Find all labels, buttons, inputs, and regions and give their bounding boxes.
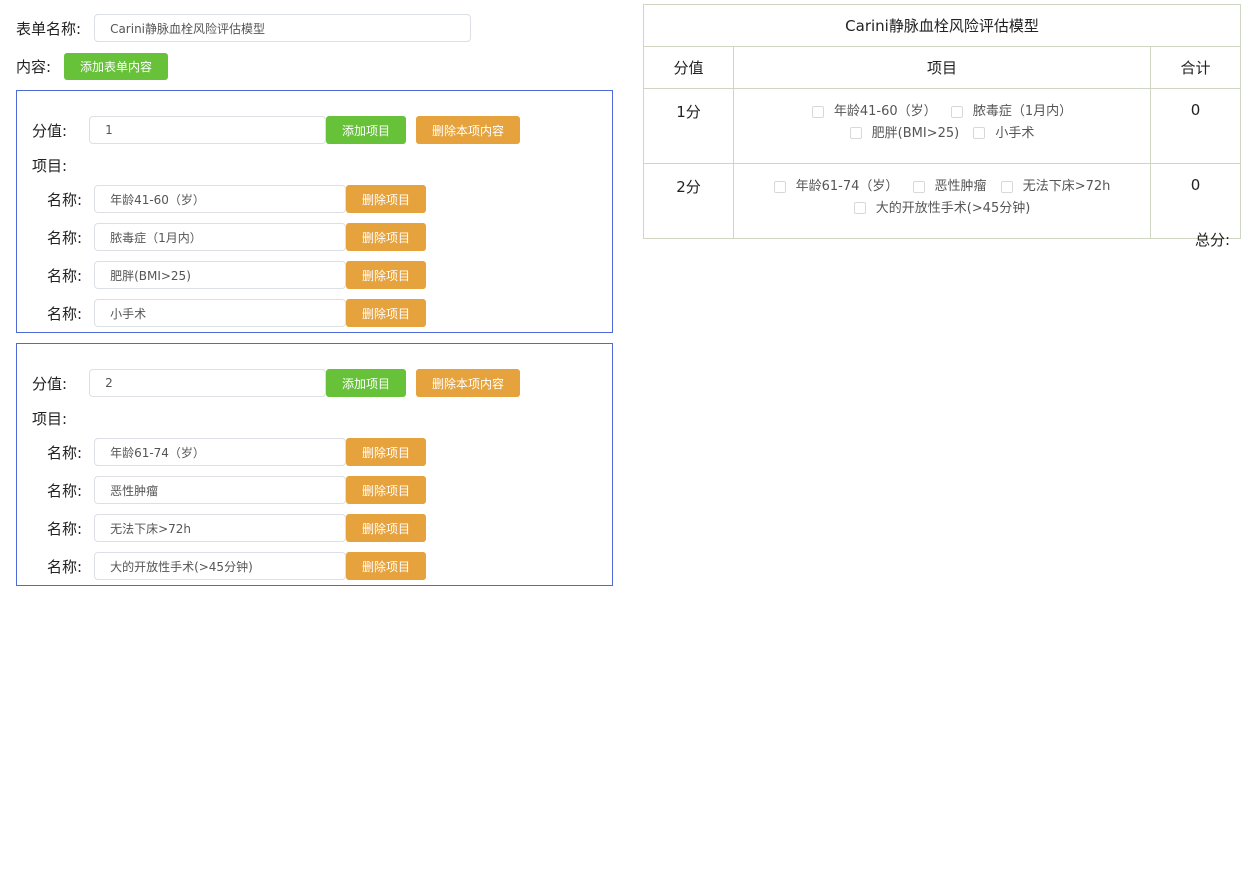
item-name-label: 名称: [47, 443, 83, 462]
item-row: 名称: 大的开放性手术(>45分钟) 删除项目 [47, 552, 427, 580]
add-content-button[interactable]: 添加表单内容 [64, 53, 169, 80]
option-checkbox[interactable]: 大的开放性手术(>45分钟) [853, 199, 1031, 218]
item-name-label: 名称: [47, 304, 83, 323]
option-checkbox[interactable]: 年龄41-60（岁） [811, 102, 937, 121]
checkbox-icon[interactable] [773, 180, 786, 193]
score-label: 分值: [32, 121, 68, 140]
item-name-input[interactable]: 年龄61-74（岁） [94, 438, 347, 466]
item-name-label: 名称: [47, 228, 83, 247]
option-label: 恶性肿瘤 [934, 179, 987, 194]
total-score-label: 总分: [1194, 231, 1230, 249]
item-row: 名称: 无法下床>72h 删除项目 [47, 514, 427, 542]
item-name-label: 名称: [47, 557, 83, 576]
delete-item-button[interactable]: 删除项目 [346, 514, 427, 542]
add-item-button[interactable]: 添加项目 [326, 369, 407, 397]
item-name-input[interactable]: 脓毒症（1月内） [94, 223, 347, 251]
row-score: 1分 [643, 88, 734, 164]
item-name-input[interactable]: 恶性肿瘤 [94, 476, 347, 504]
item-name-input[interactable]: 肥胖(BMI>25) [94, 261, 347, 289]
content-block: 分值: 2 添加项目 删除本项内容 项目: 名称: 年龄61-74（岁） 删除项… [16, 343, 613, 586]
content-label: 内容: [16, 58, 52, 76]
score-row: 分值: 2 添加项目 删除本项内容 [32, 369, 521, 397]
form-name-label: 表单名称: [16, 19, 82, 38]
option-label: 大的开放性手术(>45分钟) [875, 200, 1031, 216]
option-label: 小手术 [995, 125, 1035, 141]
preview-title: Carini静脉血栓风险评估模型 [642, 4, 1242, 47]
item-name-label: 名称: [47, 266, 83, 285]
checkbox-icon[interactable] [912, 180, 925, 193]
delete-item-button[interactable]: 删除项目 [346, 476, 427, 504]
checkbox-icon[interactable] [950, 105, 963, 118]
item-row: 名称: 年龄61-74（岁） 删除项目 [47, 438, 427, 466]
row-options: 年龄61-74（岁） 恶性肿瘤 无法下床>72h 大的开放性手术(>45分钟) [733, 163, 1151, 239]
item-row: 名称: 年龄41-60（岁） 删除项目 [47, 185, 427, 213]
delete-item-button[interactable]: 删除项目 [346, 223, 427, 251]
item-row: 名称: 肥胖(BMI>25) 删除项目 [47, 261, 427, 289]
delete-item-button[interactable]: 删除项目 [346, 552, 427, 580]
option-label: 年龄61-74（岁） [795, 179, 899, 194]
option-checkbox[interactable]: 肥胖(BMI>25) [849, 124, 960, 143]
delete-item-button[interactable]: 删除项目 [346, 299, 427, 327]
checkbox-icon[interactable] [973, 127, 986, 139]
checkbox-icon[interactable] [849, 127, 862, 139]
form-name-row: 表单名称: Carini静脉血栓风险评估模型 [16, 14, 472, 42]
option-checkbox[interactable]: 脓毒症（1月内） [950, 102, 1073, 121]
checkbox-icon[interactable] [1000, 180, 1013, 193]
delete-item-button[interactable]: 删除项目 [346, 438, 427, 466]
items-label: 项目: [32, 157, 68, 175]
items-label: 项目: [32, 410, 68, 428]
preview-row: 2分 年龄61-74（岁） 恶性肿瘤 无法下床>72h 大的开放性手术(>45分… [643, 163, 1242, 239]
option-checkbox[interactable]: 无法下床>72h [1000, 177, 1111, 196]
item-name-input[interactable]: 大的开放性手术(>45分钟) [94, 552, 347, 580]
option-checkbox[interactable]: 小手术 [973, 124, 1034, 143]
delete-block-button[interactable]: 删除本项内容 [416, 116, 521, 144]
content-row: 内容: 添加表单内容 [16, 53, 169, 80]
score-input[interactable]: 2 [89, 369, 327, 397]
add-item-button[interactable]: 添加项目 [326, 116, 407, 144]
row-total: 0 [1149, 163, 1242, 239]
delete-block-button[interactable]: 删除本项内容 [416, 369, 521, 397]
preview-row: 1分 年龄41-60（岁） 脓毒症（1月内） 肥胖(BMI>25) 小手术 0 [643, 88, 1242, 164]
preview-table: Carini静脉血栓风险评估模型 分值 项目 合计 1分 年龄41-60（岁） … [642, 4, 1242, 239]
option-label: 脓毒症（1月内） [972, 104, 1073, 119]
form-name-input[interactable]: Carini静脉血栓风险评估模型 [94, 14, 472, 42]
item-row: 名称: 脓毒症（1月内） 删除项目 [47, 223, 427, 251]
header-total: 合计 [1149, 46, 1242, 89]
header-score: 分值 [643, 46, 734, 89]
option-checkbox[interactable]: 恶性肿瘤 [912, 177, 987, 196]
item-name-label: 名称: [47, 190, 83, 209]
delete-item-button[interactable]: 删除项目 [346, 185, 427, 213]
item-row: 名称: 恶性肿瘤 删除项目 [47, 476, 427, 504]
item-name-label: 名称: [47, 519, 83, 538]
row-score: 2分 [643, 163, 734, 239]
score-input[interactable]: 1 [89, 116, 327, 144]
delete-item-button[interactable]: 删除项目 [346, 261, 427, 289]
checkbox-icon[interactable] [811, 105, 824, 118]
option-checkbox[interactable]: 年龄61-74（岁） [773, 177, 899, 196]
item-row: 名称: 小手术 删除项目 [47, 299, 427, 327]
score-row: 分值: 1 添加项目 删除本项内容 [32, 116, 521, 144]
option-label: 无法下床>72h [1022, 179, 1111, 194]
option-label: 年龄41-60（岁） [833, 104, 937, 119]
score-label: 分值: [32, 374, 68, 393]
item-name-label: 名称: [47, 481, 83, 500]
item-name-input[interactable]: 小手术 [94, 299, 347, 327]
header-items: 项目 [733, 46, 1151, 89]
content-block: 分值: 1 添加项目 删除本项内容 项目: 名称: 年龄41-60（岁） 删除项… [16, 90, 613, 333]
option-label: 肥胖(BMI>25) [871, 125, 960, 141]
row-total: 0 [1149, 88, 1242, 164]
item-name-input[interactable]: 年龄41-60（岁） [94, 185, 347, 213]
checkbox-icon[interactable] [853, 202, 866, 214]
row-options: 年龄41-60（岁） 脓毒症（1月内） 肥胖(BMI>25) 小手术 [733, 88, 1151, 164]
item-name-input[interactable]: 无法下床>72h [94, 514, 347, 542]
